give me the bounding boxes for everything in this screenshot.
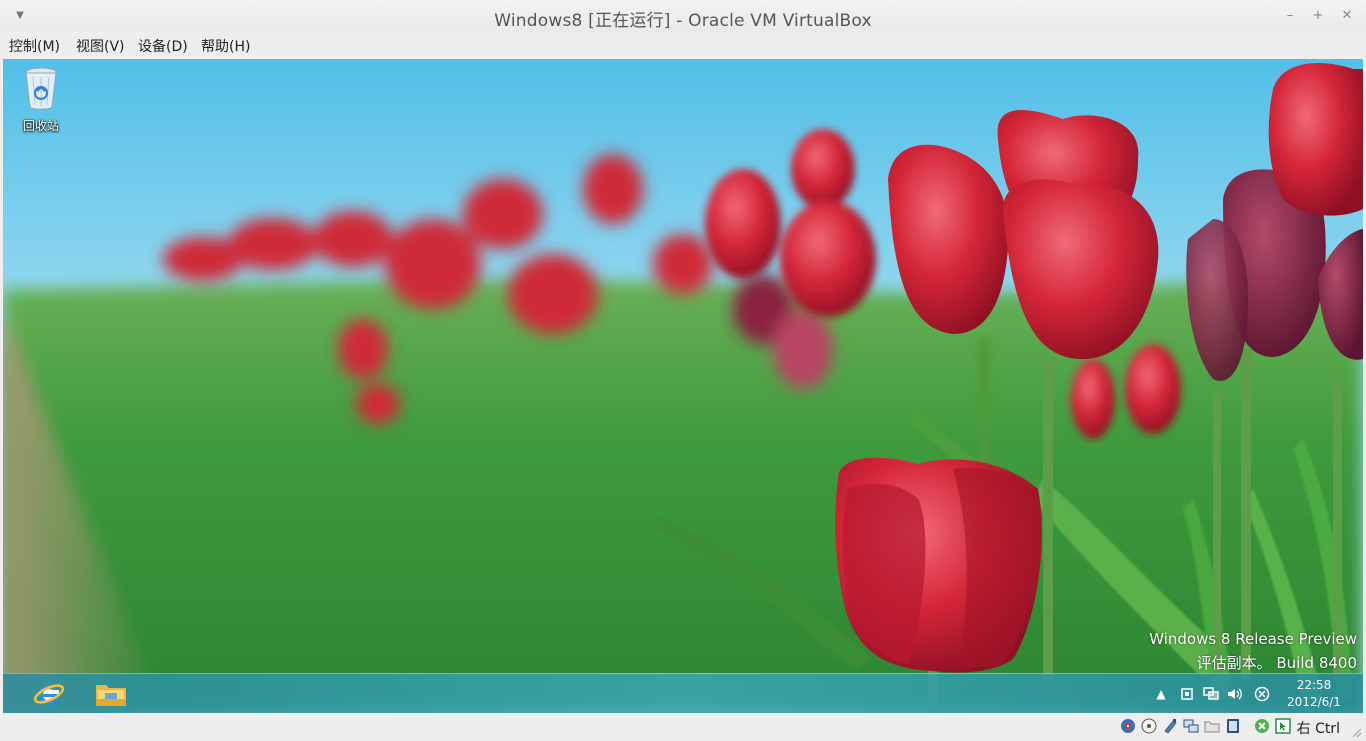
taskbar: ▲ 22:58 2012/6/1	[3, 673, 1363, 713]
clock-date: 2012/6/1	[1287, 695, 1341, 709]
taskbar-app-explorer[interactable]	[89, 676, 133, 712]
maximize-button[interactable]: +	[1309, 7, 1327, 25]
chevron-up-icon: ▲	[1156, 687, 1166, 701]
mouse-integration-icon[interactable]	[1275, 718, 1291, 734]
hard-disk-icon[interactable]	[1120, 718, 1136, 734]
tray-network[interactable]	[1203, 686, 1219, 702]
network-icon	[1203, 687, 1219, 700]
tray-notification[interactable]	[1254, 686, 1270, 702]
menu-devices[interactable]: 设备(D)	[138, 36, 188, 56]
close-button[interactable]: ✕	[1338, 7, 1356, 25]
window-title: Windows8 [正在运行] - Oracle VM VirtualBox	[494, 11, 872, 31]
window-titlebar[interactable]: ▼ Windows8 [正在运行] - Oracle VM VirtualBox…	[0, 0, 1366, 32]
usb-icon[interactable]	[1162, 718, 1178, 734]
folder-icon	[96, 685, 126, 706]
network-adapter-icon[interactable]	[1183, 718, 1199, 734]
tray-action-center[interactable]	[1179, 686, 1195, 702]
action-center-flag-icon	[1181, 688, 1193, 700]
watermark-line1: Windows 8 Release Preview	[1149, 630, 1357, 648]
host-key-indicator[interactable]: 右 Ctrl	[1297, 718, 1340, 738]
guest-screen[interactable]: 回收站 Windows 8 Release Preview 评估副本。 Buil…	[3, 59, 1363, 713]
ie-icon	[33, 684, 65, 705]
tray-volume[interactable]	[1227, 686, 1243, 702]
watermark-line2: 评估副本。 Build 8400	[1196, 654, 1357, 672]
taskbar-app-ie[interactable]	[27, 676, 71, 712]
shared-folder-icon[interactable]	[1204, 718, 1220, 734]
optical-drive-icon[interactable]	[1141, 718, 1157, 734]
show-hidden-icons-button[interactable]: ▲	[1153, 686, 1169, 702]
close-circle-icon	[1254, 686, 1270, 702]
desktop-icon-recycle-bin[interactable]: 回收站	[13, 67, 69, 134]
recycle-bin-icon	[25, 67, 57, 110]
clock-time: 22:58	[1296, 678, 1332, 692]
menu-control[interactable]: 控制(M)	[9, 36, 60, 56]
video-capture-icon[interactable]	[1225, 718, 1241, 734]
desktop-icon-label: 回收站	[22, 119, 59, 133]
resize-grip-icon[interactable]	[1350, 726, 1362, 738]
statusbar: 右 Ctrl	[0, 713, 1366, 741]
volume-icon	[1228, 688, 1242, 700]
menu-view[interactable]: 视图(V)	[76, 36, 125, 56]
taskbar-clock[interactable]: 22:58 2012/6/1	[1279, 677, 1349, 711]
menubar: 控制(M) 视图(V) 设备(D) 帮助(H)	[0, 32, 1366, 59]
menu-help[interactable]: 帮助(H)	[201, 36, 250, 56]
tulip-wallpaper	[3, 59, 1363, 713]
minimize-button[interactable]: –	[1281, 7, 1299, 25]
virtualization-icon[interactable]	[1254, 718, 1270, 734]
